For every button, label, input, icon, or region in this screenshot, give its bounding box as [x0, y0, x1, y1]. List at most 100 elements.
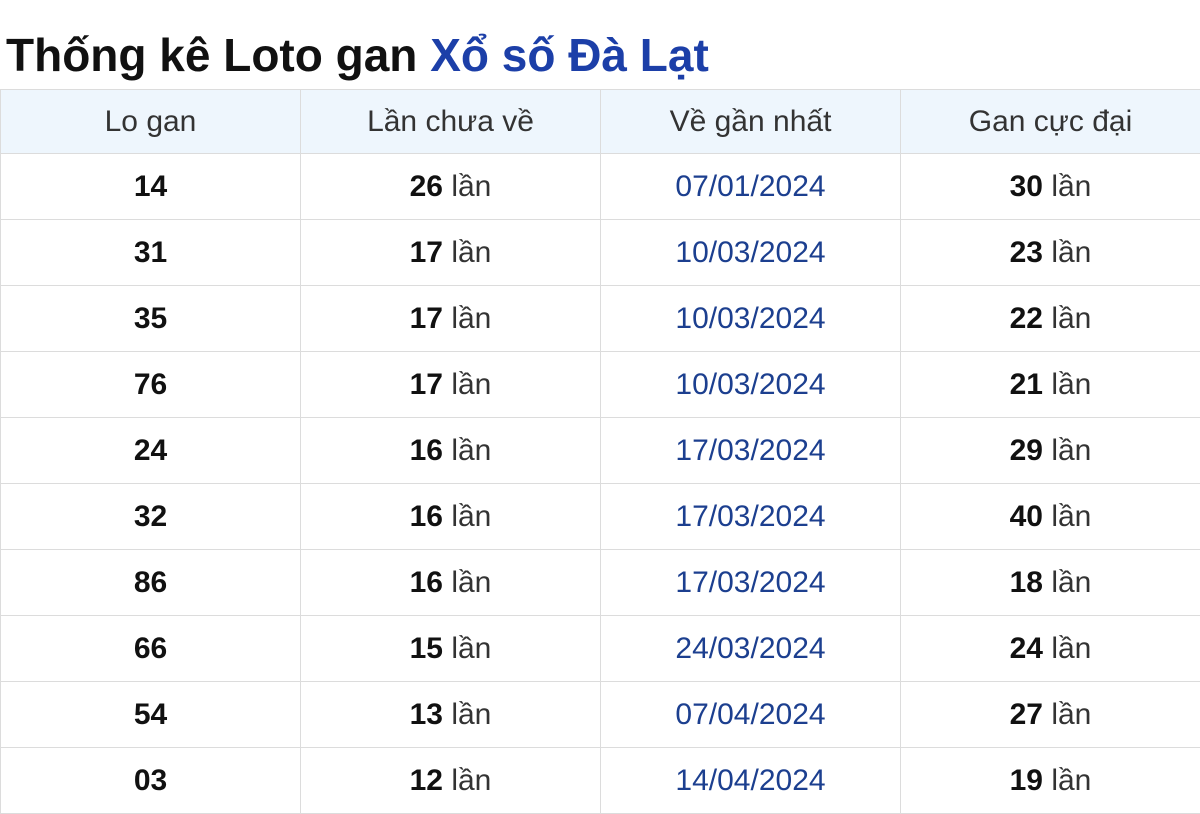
cell-gan-nhat: 10/03/2024: [601, 352, 901, 418]
header-lan-chua-ve: Lần chưa về: [301, 90, 601, 154]
cell-cuc-dai: 21 lần: [901, 352, 1200, 418]
header-ve-gan-nhat: Về gần nhất: [601, 90, 901, 154]
table-row: 54 13 lần 07/04/2024 27 lần: [1, 682, 1200, 748]
cuc-dai-count: 23: [1010, 236, 1043, 269]
lo-number: 86: [134, 566, 167, 599]
unit-label: lần: [1051, 764, 1091, 797]
cell-chua-ve: 16 lần: [301, 484, 601, 550]
cuc-dai-count: 40: [1010, 500, 1043, 533]
cell-chua-ve: 17 lần: [301, 220, 601, 286]
unit-label: lần: [1051, 170, 1091, 203]
unit-label: lần: [451, 500, 491, 533]
cell-gan-nhat: 17/03/2024: [601, 418, 901, 484]
unit-label: lần: [451, 236, 491, 269]
lo-number: 14: [134, 170, 167, 203]
lo-number: 32: [134, 500, 167, 533]
cell-lo: 54: [1, 682, 301, 748]
last-date: 14/04/2024: [675, 764, 825, 797]
table-row: 76 17 lần 10/03/2024 21 lần: [1, 352, 1200, 418]
table-header: Lo gan Lần chưa về Về gần nhất Gan cực đ…: [1, 90, 1200, 154]
unit-label: lần: [451, 566, 491, 599]
cell-chua-ve: 16 lần: [301, 418, 601, 484]
page: Thống kê Loto gan Xổ số Đà Lạt Lo gan Lầ…: [0, 0, 1200, 810]
unit-label: lần: [451, 170, 491, 203]
chua-ve-count: 17: [410, 368, 443, 401]
unit-label: lần: [451, 302, 491, 335]
cell-cuc-dai: 24 lần: [901, 616, 1200, 682]
cell-chua-ve: 15 lần: [301, 616, 601, 682]
cuc-dai-count: 18: [1010, 566, 1043, 599]
table-body: 14 26 lần 07/01/2024 30 lần 31 17 lần 10…: [1, 154, 1200, 814]
last-date: 07/01/2024: [675, 170, 825, 203]
table-row: 24 16 lần 17/03/2024 29 lần: [1, 418, 1200, 484]
lo-number: 24: [134, 434, 167, 467]
chua-ve-count: 16: [410, 434, 443, 467]
cell-lo: 86: [1, 550, 301, 616]
cell-chua-ve: 17 lần: [301, 286, 601, 352]
chua-ve-count: 16: [410, 500, 443, 533]
lo-number: 76: [134, 368, 167, 401]
chua-ve-count: 17: [410, 236, 443, 269]
cuc-dai-count: 19: [1010, 764, 1043, 797]
cell-cuc-dai: 40 lần: [901, 484, 1200, 550]
unit-label: lần: [451, 434, 491, 467]
cell-lo: 76: [1, 352, 301, 418]
header-lo-gan: Lo gan: [1, 90, 301, 154]
cuc-dai-count: 27: [1010, 698, 1043, 731]
cell-cuc-dai: 30 lần: [901, 154, 1200, 220]
unit-label: lần: [1051, 236, 1091, 269]
table-row: 32 16 lần 17/03/2024 40 lần: [1, 484, 1200, 550]
unit-label: lần: [451, 368, 491, 401]
page-title: Thống kê Loto gan Xổ số Đà Lạt: [6, 22, 709, 88]
cell-lo: 32: [1, 484, 301, 550]
lo-number: 54: [134, 698, 167, 731]
cell-chua-ve: 26 lần: [301, 154, 601, 220]
cuc-dai-count: 21: [1010, 368, 1043, 401]
table-row: 03 12 lần 14/04/2024 19 lần: [1, 748, 1200, 814]
last-date: 07/04/2024: [675, 698, 825, 731]
chua-ve-count: 26: [410, 170, 443, 203]
cell-cuc-dai: 22 lần: [901, 286, 1200, 352]
lo-number: 35: [134, 302, 167, 335]
cell-gan-nhat: 10/03/2024: [601, 286, 901, 352]
cuc-dai-count: 29: [1010, 434, 1043, 467]
cell-lo: 31: [1, 220, 301, 286]
unit-label: lần: [1051, 632, 1091, 665]
chua-ve-count: 12: [410, 764, 443, 797]
last-date: 24/03/2024: [675, 632, 825, 665]
cell-chua-ve: 17 lần: [301, 352, 601, 418]
cell-chua-ve: 13 lần: [301, 682, 601, 748]
cell-gan-nhat: 14/04/2024: [601, 748, 901, 814]
last-date: 10/03/2024: [675, 236, 825, 269]
cell-gan-nhat: 10/03/2024: [601, 220, 901, 286]
cell-lo: 14: [1, 154, 301, 220]
cell-lo: 24: [1, 418, 301, 484]
cell-lo: 66: [1, 616, 301, 682]
cuc-dai-count: 24: [1010, 632, 1043, 665]
unit-label: lần: [1051, 368, 1091, 401]
last-date: 10/03/2024: [675, 368, 825, 401]
header-row: Lo gan Lần chưa về Về gần nhất Gan cực đ…: [1, 90, 1200, 154]
last-date: 17/03/2024: [675, 434, 825, 467]
cell-cuc-dai: 19 lần: [901, 748, 1200, 814]
cell-cuc-dai: 23 lần: [901, 220, 1200, 286]
unit-label: lần: [1051, 434, 1091, 467]
header-gan-cuc-dai: Gan cực đại: [901, 90, 1200, 154]
cell-chua-ve: 12 lần: [301, 748, 601, 814]
unit-label: lần: [451, 632, 491, 665]
cell-gan-nhat: 07/04/2024: [601, 682, 901, 748]
lo-number: 31: [134, 236, 167, 269]
cell-cuc-dai: 18 lần: [901, 550, 1200, 616]
cell-gan-nhat: 24/03/2024: [601, 616, 901, 682]
unit-label: lần: [1051, 302, 1091, 335]
loto-gan-table: Lo gan Lần chưa về Về gần nhất Gan cực đ…: [0, 89, 1200, 814]
last-date: 17/03/2024: [675, 500, 825, 533]
last-date: 17/03/2024: [675, 566, 825, 599]
table-row: 14 26 lần 07/01/2024 30 lần: [1, 154, 1200, 220]
unit-label: lần: [1051, 500, 1091, 533]
chua-ve-count: 13: [410, 698, 443, 731]
lo-number: 66: [134, 632, 167, 665]
cuc-dai-count: 22: [1010, 302, 1043, 335]
cell-cuc-dai: 29 lần: [901, 418, 1200, 484]
cell-gan-nhat: 17/03/2024: [601, 550, 901, 616]
